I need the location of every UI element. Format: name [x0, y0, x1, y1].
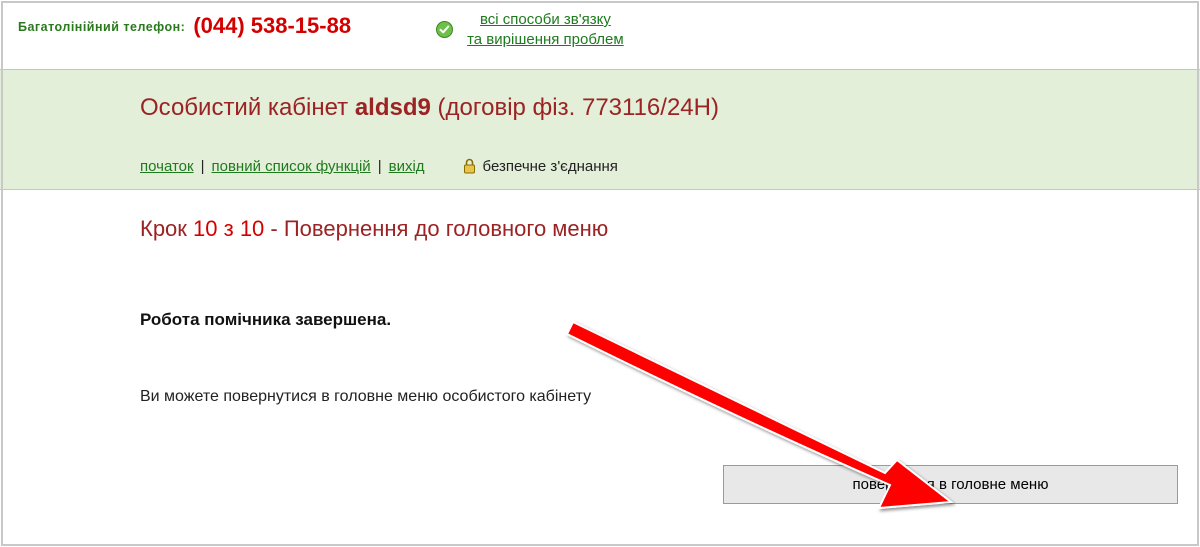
- contact-link-all-methods[interactable]: всі способи зв'язку: [480, 10, 611, 30]
- step-separator: -: [264, 216, 284, 241]
- completed-message: Робота помічника завершена.: [140, 310, 1200, 330]
- step-number: 10 з 10: [193, 216, 264, 241]
- step-word: Крок: [140, 216, 193, 241]
- contact-block: всі способи зв'язку та вирішення проблем: [436, 10, 624, 51]
- title-prefix: Особистий кабінет: [140, 94, 355, 121]
- nav-home[interactable]: початок: [140, 158, 194, 175]
- return-hint: Ви можете повернутися в головне меню осо…: [140, 388, 1200, 406]
- check-circle-icon: [436, 21, 453, 38]
- nav-row: початок | повний список функцій | вихід …: [140, 158, 1200, 175]
- action-row: повернення в головне меню: [723, 465, 1178, 504]
- nav-separator: |: [201, 158, 205, 175]
- header-panel: Особистий кабінет aldsd9 (договір фіз. 7…: [0, 69, 1200, 190]
- contact-link-problems[interactable]: та вирішення проблем: [467, 30, 624, 50]
- page-title: Особистий кабінет aldsd9 (договір фіз. 7…: [140, 94, 1200, 122]
- username: aldsd9: [355, 94, 431, 121]
- lock-icon: [463, 158, 476, 174]
- nav-separator: |: [378, 158, 382, 175]
- nav-exit[interactable]: вихід: [389, 158, 425, 175]
- phone-number: (044) 538-15-88: [193, 13, 351, 39]
- step-title: Крок 10 з 10 - Повернення до головного м…: [140, 216, 1200, 242]
- secure-label: безпечне з'єднання: [483, 158, 618, 175]
- main-content: Крок 10 з 10 - Повернення до головного м…: [0, 190, 1200, 466]
- top-bar: Багатолінійний телефон: (044) 538-15-88 …: [0, 0, 1200, 69]
- phone-label: Багатолінійний телефон:: [18, 20, 185, 34]
- secure-connection: безпечне з'єднання: [463, 158, 618, 175]
- nav-full-list[interactable]: повний список функцій: [211, 158, 370, 175]
- return-to-menu-button[interactable]: повернення в головне меню: [723, 465, 1178, 504]
- step-name: Повернення до головного меню: [284, 216, 608, 241]
- title-suffix: (договір фіз. 773116/24Н): [438, 94, 719, 121]
